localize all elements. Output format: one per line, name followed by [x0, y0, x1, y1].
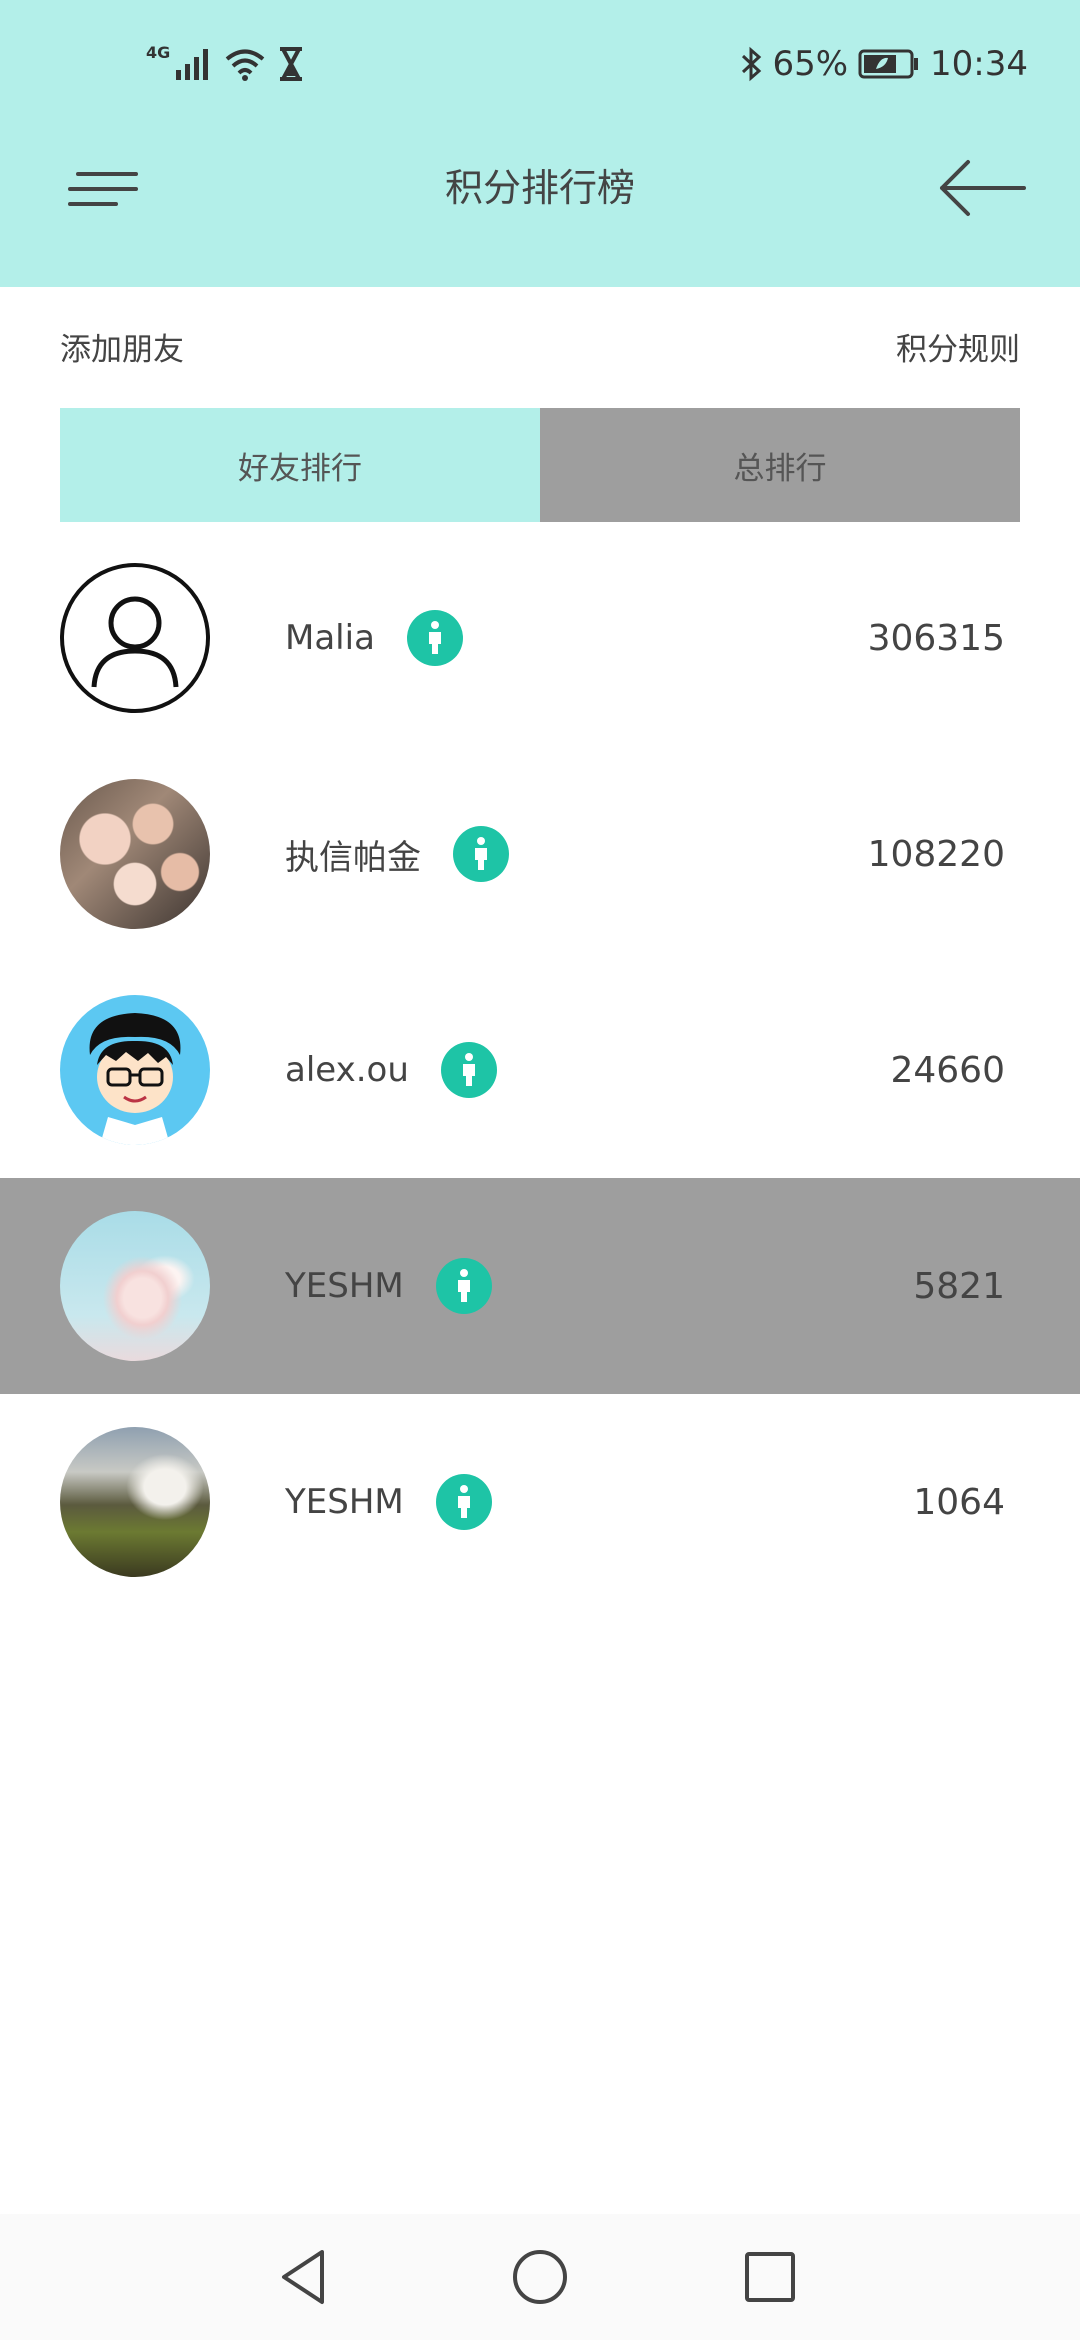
info-badge-icon[interactable] — [440, 1042, 497, 1098]
points-rules-link[interactable]: 积分规则 — [896, 320, 1020, 380]
user-score: 24660 — [890, 1049, 1005, 1091]
tab-total-ranking[interactable]: 总排行 — [540, 408, 1020, 522]
list-item[interactable]: Malia 306315 — [0, 530, 1080, 746]
battery-icon — [858, 49, 919, 79]
user-name: YESHM — [285, 1482, 404, 1522]
list-item[interactable]: YESHM 1064 — [0, 1394, 1080, 1610]
home-circle-icon — [513, 2250, 567, 2304]
back-button[interactable] — [934, 150, 1030, 226]
person-icon — [475, 837, 487, 870]
person-icon — [457, 1269, 470, 1302]
info-badge-icon[interactable] — [453, 826, 509, 882]
user-name: Malia — [285, 618, 375, 658]
list-item[interactable]: YESHM 5821 — [0, 1178, 1080, 1394]
tab-friends-ranking[interactable]: 好友排行 — [60, 408, 540, 522]
name-wrap: Malia — [285, 530, 463, 746]
system-nav-bar — [0, 2214, 1080, 2340]
nav-home-button[interactable] — [505, 2242, 575, 2312]
info-badge-icon[interactable] — [435, 1258, 492, 1314]
name-wrap: alex.ou — [285, 962, 497, 1178]
wifi-icon — [225, 49, 265, 81]
user-name: 执信帕金 — [285, 837, 421, 878]
user-score: 306315 — [867, 617, 1005, 659]
app-header: 积分排行榜 — [0, 130, 1080, 287]
nav-recents-button[interactable] — [735, 2242, 805, 2312]
name-wrap: 执信帕金 — [285, 746, 509, 962]
add-friend-link[interactable]: 添加朋友 — [60, 320, 184, 380]
person-icon — [457, 1485, 470, 1518]
avatar — [60, 779, 210, 929]
avatar — [60, 995, 210, 1145]
hourglass-icon — [280, 47, 303, 81]
page-title: 积分排行榜 — [444, 166, 635, 210]
avatar — [60, 563, 210, 713]
list-item[interactable]: alex.ou 24660 — [0, 962, 1080, 1178]
user-score: 5821 — [913, 1265, 1005, 1307]
person-icon — [428, 621, 441, 654]
avatar — [60, 1211, 210, 1361]
user-icon — [91, 596, 179, 688]
bluetooth-icon — [742, 46, 762, 82]
info-badge-icon[interactable] — [435, 1474, 492, 1530]
user-name: alex.ou — [285, 1050, 409, 1090]
back-arrow-icon — [940, 160, 1026, 216]
list-item[interactable]: 执信帕金 108220 — [0, 746, 1080, 962]
user-score: 1064 — [913, 1481, 1005, 1523]
status-bar: 4G 65% 10:34 — [0, 0, 1080, 130]
recents-square-icon — [745, 2252, 795, 2302]
status-right: 65% 10:34 — [740, 42, 1028, 86]
signal-icon — [176, 49, 209, 80]
action-row: 添加朋友 积分规则 — [60, 320, 1020, 380]
user-score: 108220 — [867, 833, 1005, 875]
battery-percent: 65% — [772, 44, 849, 84]
network-type: 4G — [146, 42, 171, 62]
person-icon — [462, 1053, 475, 1086]
back-triangle-icon — [282, 2250, 324, 2304]
name-wrap: YESHM — [285, 1394, 492, 1610]
ranking-tabs: 好友排行 总排行 — [60, 408, 1020, 522]
user-name: YESHM — [285, 1266, 404, 1306]
info-badge-icon[interactable] — [406, 610, 463, 666]
avatar — [60, 1427, 210, 1577]
status-left: 4G — [146, 42, 306, 86]
nav-back-button[interactable] — [270, 2242, 340, 2312]
cartoon-face-icon — [89, 1013, 181, 1145]
ranking-list: Malia 306315 执信帕金 108220 alex.ou 24660 Y… — [0, 530, 1080, 1610]
name-wrap: YESHM — [285, 1178, 492, 1394]
clock: 10:34 — [930, 44, 1028, 84]
